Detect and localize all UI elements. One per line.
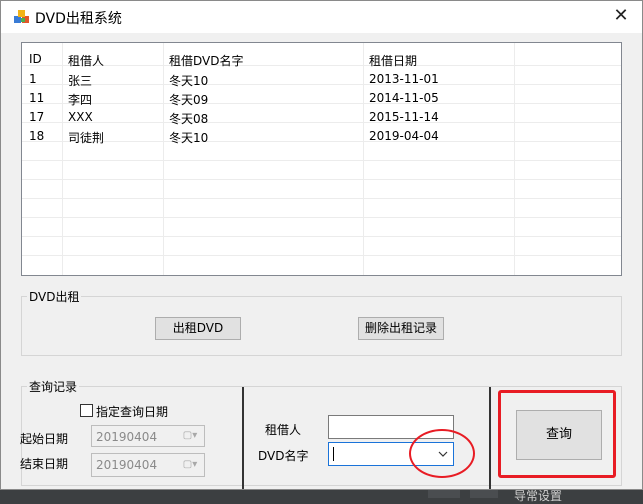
main-window: DVD出租系统 ✕ ID 租借人 租借DVD名字 租借日期 1 张三 冬天10 … [0,0,643,490]
cell-id: 18 [29,129,45,143]
background-tab [470,490,498,498]
cell-id: 17 [29,110,45,124]
row-divider [22,122,621,123]
row-divider [22,198,621,199]
cell-id: 1 [29,72,37,86]
close-button[interactable]: ✕ [607,4,635,28]
cell-dvd-name: 冬天10 [169,131,209,145]
cell-renter: XXX [68,110,93,124]
section-divider [242,387,244,489]
column-divider [363,43,364,275]
column-divider [163,43,164,275]
cell-renter: 司徒荆 [68,131,105,145]
row-divider [22,217,621,218]
column-divider [62,43,63,275]
date-filter-label: 指定查询日期 [96,405,169,419]
rent-groupbox [21,296,622,356]
cell-date: 2015-11-14 [369,110,439,124]
calendar-dropdown-icon[interactable]: ▢▾ [178,427,202,445]
row-divider [22,179,621,180]
cell-renter: 李四 [68,93,93,107]
query-group-title: 查询记录 [27,378,80,395]
row-divider [22,255,621,256]
highlight-rectangle-annotation [498,390,616,478]
cell-date: 2014-11-05 [369,91,439,105]
rent-dvd-button[interactable]: 出租DVD [155,317,241,340]
start-date-picker[interactable]: 20190404 ▢▾ [91,425,205,447]
rental-records-table[interactable]: ID 租借人 租借DVD名字 租借日期 1 张三 冬天10 2013-11-01… [21,42,622,276]
desktop-strip: 导常设置 [0,489,643,503]
text-cursor [333,447,334,461]
cell-dvd-name: 冬天10 [169,74,209,88]
row-divider [22,141,621,142]
row-divider [22,84,621,85]
delete-record-button[interactable]: 删除出租记录 [358,317,444,340]
row-divider [22,103,621,104]
cell-date: 2019-04-04 [369,129,439,143]
start-date-value: 20190404 [96,430,158,444]
column-header-id[interactable]: ID [29,52,42,66]
rent-group-title: DVD出租 [27,288,82,305]
renter-label: 租借人 [265,423,302,437]
cell-renter: 张三 [68,74,93,88]
row-divider [22,65,621,66]
start-date-label: 起始日期 [20,432,69,446]
row-divider [22,236,621,237]
cell-date: 2013-11-01 [369,72,439,86]
column-divider [514,43,515,275]
column-header-date[interactable]: 租借日期 [369,52,417,69]
column-header-renter[interactable]: 租借人 [68,52,104,69]
section-divider [489,387,491,489]
dvd-name-label: DVD名字 [258,449,309,463]
background-text: 导常设置 [514,489,563,503]
background-tab [428,490,460,498]
date-filter-checkbox[interactable] [80,404,93,417]
calendar-dropdown-icon[interactable]: ▢▾ [178,456,202,474]
cell-dvd-name: 冬天08 [169,112,209,126]
highlight-circle-annotation [409,429,475,478]
window-title: DVD出租系统 [35,11,122,27]
app-icon [14,10,29,23]
column-header-dvd-name[interactable]: 租借DVD名字 [169,52,243,69]
cell-id: 11 [29,91,45,105]
end-date-picker[interactable]: 20190404 ▢▾ [91,453,205,477]
cell-dvd-name: 冬天09 [169,93,209,107]
row-divider [22,160,621,161]
end-date-value: 20190404 [96,458,158,472]
end-date-label: 结束日期 [20,457,69,471]
title-bar[interactable]: DVD出租系统 ✕ [1,1,642,33]
